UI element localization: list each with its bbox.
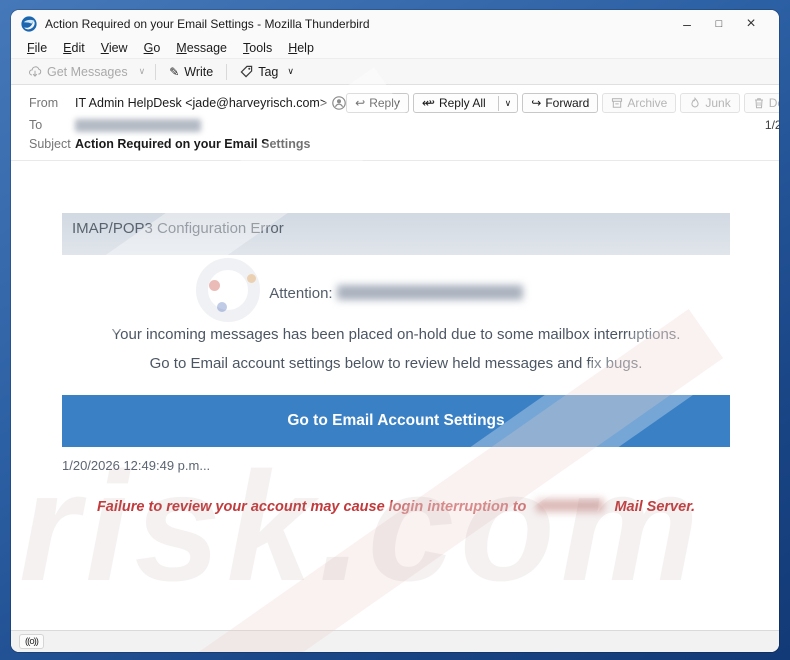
close-button[interactable]: × [735, 12, 767, 36]
get-messages-button[interactable]: Get Messages [21, 62, 135, 82]
get-messages-dropdown[interactable]: ∨ [135, 66, 150, 77]
attention-name-redacted [336, 285, 523, 300]
body-text-line: Your incoming messages has been placed o… [111, 326, 681, 343]
server-name-redacted [536, 499, 605, 512]
to-label: To [29, 118, 43, 132]
warning-line: Failure to review your account may cause… [62, 499, 730, 515]
message-banner: IMAP/POP3 Configuration Error [62, 213, 730, 255]
reply-all-icon: ↩ [424, 96, 435, 110]
reply-button[interactable]: ↩ Reply [346, 93, 409, 113]
menu-message[interactable]: Message [168, 39, 235, 57]
menu-help[interactable]: Help [280, 39, 322, 57]
warning-prefix: Failure to review your account may cause… [96, 499, 527, 515]
to-recipient-redacted [75, 118, 201, 132]
titlebar: Action Required on your Email Settings -… [11, 10, 779, 37]
reply-all-button[interactable]: ↩ Reply All [414, 94, 494, 112]
menu-go[interactable]: Go [136, 39, 169, 57]
message-actions: ↩ Reply ↩ Reply All ∨ ↪ Forward Archive … [346, 93, 779, 113]
chevron-down-icon: ∨ [287, 66, 294, 76]
mail-toolbar: Get Messages ∨ ✎ Write Tag ∨ [11, 58, 779, 85]
menu-tools[interactable]: Tools [235, 39, 280, 57]
body-text-line: Go to Email account settings below to re… [149, 355, 643, 372]
message-date: 1/20/2026, 10:49 PM [764, 118, 779, 132]
toolbar-separator [226, 63, 228, 80]
reply-all-dropdown[interactable]: ∨ [497, 95, 518, 111]
from-label: From [29, 96, 59, 110]
forward-button[interactable]: ↪ Forward [522, 93, 599, 113]
junk-flame-icon [689, 97, 701, 109]
message-body: IMAP/POP3 Configuration Error Attention:… [11, 161, 779, 630]
thunderbird-window: Action Required on your Email Settings -… [11, 10, 779, 652]
write-button[interactable]: ✎ Write [162, 62, 220, 82]
from-value: IT Admin HelpDesk <jade@harveyrisch.com> [75, 96, 328, 110]
get-messages-icon [28, 65, 42, 78]
banner-title: IMAP/POP3 Configuration Error [72, 220, 284, 237]
write-icon: ✎ [169, 64, 180, 79]
forward-icon: ↪ [531, 96, 542, 110]
maximize-button[interactable]: □ [703, 12, 735, 36]
get-messages-label: Get Messages [47, 64, 128, 79]
window-controls: – □ × [671, 12, 767, 36]
menubar: File Edit View Go Message Tools Help [11, 37, 779, 58]
thunderbird-logo-icon [21, 15, 37, 32]
tag-button[interactable]: Tag ∨ [233, 62, 305, 82]
forward-label: Forward [545, 96, 590, 110]
reply-label: Reply [369, 96, 400, 110]
statusbar: ((o)) [11, 630, 779, 652]
attention-label: Attention: [269, 285, 333, 302]
minimize-button[interactable]: – [671, 12, 703, 36]
desktop-background: Action Required on your Email Settings -… [0, 0, 790, 660]
junk-button[interactable]: Junk [680, 93, 740, 113]
subject-value: Action Required on your Email Settings [75, 137, 311, 151]
menu-edit[interactable]: Edit [55, 39, 93, 57]
message-header-pane: From IT Admin HelpDesk <jade@harveyrisch… [11, 85, 779, 161]
junk-label: Junk [705, 96, 731, 110]
tag-label: Tag [258, 64, 279, 79]
menu-view[interactable]: View [93, 39, 136, 57]
tag-icon [240, 65, 253, 78]
message-timestamp: 1/20/2026 12:49:49 p.m... [62, 458, 211, 473]
broadcast-status-icon[interactable]: ((o)) [19, 634, 44, 649]
menu-file[interactable]: File [19, 39, 55, 57]
reply-all-split-button: ↩ Reply All ∨ [412, 93, 519, 113]
window-title: Action Required on your Email Settings -… [45, 16, 370, 31]
delete-button[interactable]: Delete [743, 93, 779, 113]
write-label: Write [184, 64, 214, 79]
attention-line: Attention: [62, 285, 730, 302]
reply-icon: ↩ [355, 96, 366, 110]
warning-suffix: Mail Server. [614, 499, 696, 515]
archive-button[interactable]: Archive [602, 93, 677, 113]
archive-icon [611, 97, 623, 109]
toolbar-separator [155, 63, 157, 80]
contact-icon[interactable] [332, 96, 346, 110]
trash-icon [753, 97, 765, 109]
go-to-email-account-settings-button[interactable]: Go to Email Account Settings [62, 395, 730, 447]
delete-label: Delete [768, 96, 779, 110]
reply-all-label: Reply All [438, 96, 486, 110]
archive-label: Archive [627, 96, 668, 110]
subject-label: Subject [29, 137, 71, 151]
